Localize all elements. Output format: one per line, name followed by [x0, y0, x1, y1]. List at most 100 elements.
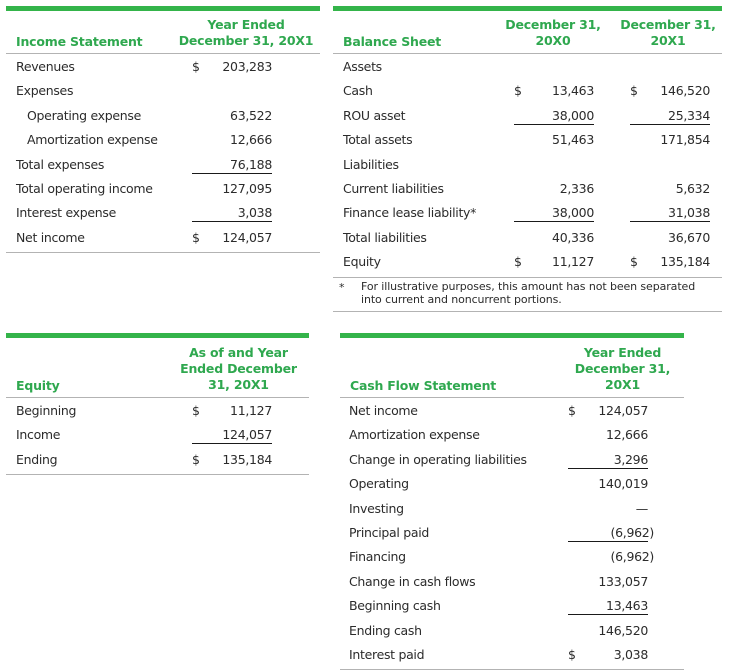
row-label: Ending — [16, 451, 58, 467]
amount-cell: 63,522 — [192, 108, 272, 125]
table-row: Revenues $203,283 — [6, 54, 320, 78]
row-label: Income — [16, 427, 61, 443]
row-label: Operating — [349, 476, 409, 492]
table-row: Total assets 51,463 171,854 — [333, 127, 722, 151]
amount-value: 133,057 — [598, 573, 648, 589]
footnote-line: For illustrative purposes, this amount h… — [361, 279, 696, 293]
amount-cell: 2,336 — [514, 180, 595, 198]
column-header-line: December 31, — [620, 17, 716, 32]
row-label: Finance lease liability* — [343, 205, 477, 221]
row-label: Total assets — [343, 132, 413, 148]
amount-value: 124,057 — [598, 403, 648, 418]
footnote: * For illustrative purposes, this amount… — [333, 278, 722, 311]
amount-cell: (6,962) — [568, 525, 654, 542]
amount-cell: 13,463 — [568, 598, 648, 616]
column-header-line: December 31, 20X1 — [178, 33, 314, 48]
balance-sheet-column-header-20x0: December 31, 20X0 — [498, 17, 608, 49]
amount-value: (6,962) — [610, 524, 655, 540]
amount-cell: 76,188 — [192, 157, 272, 174]
row-label: Financing — [349, 549, 406, 565]
amount-value: 40,336 — [552, 229, 594, 245]
table-row: Total operating income 127,095 — [6, 176, 320, 200]
row-label: Assets — [343, 59, 382, 74]
row-label: Investing — [349, 500, 404, 516]
amount-cell: $124,057 — [192, 230, 272, 247]
amount-cell: $135,184 — [192, 452, 272, 469]
row-label: Net income — [16, 229, 85, 245]
amount-cell: 140,019 — [568, 476, 648, 493]
currency-symbol: $ — [192, 451, 200, 467]
table-row: Assets — [333, 54, 722, 78]
cash-flow-header: Cash Flow Statement Year Ended December … — [340, 338, 684, 398]
row-label: ROU asset — [343, 107, 406, 123]
table-row: Cash $13,463 $146,520 — [333, 78, 722, 102]
row-label: Change in cash flows — [349, 573, 476, 589]
table-row: Amortization expense 12,666 — [6, 127, 320, 151]
column-header-line: Year Ended — [207, 17, 285, 32]
panel-bottom-rule — [6, 474, 309, 476]
amount-cell: $3,038 — [568, 647, 648, 664]
currency-symbol: $ — [514, 83, 522, 99]
column-header-line: December 31, — [574, 361, 671, 376]
amount-value: 203,283 — [222, 59, 272, 74]
income-statement-panel: Income Statement Year Ended December 31,… — [6, 6, 320, 254]
amount-value: 11,127 — [230, 403, 272, 418]
table-row: Current liabilities 2,336 5,632 — [333, 176, 722, 200]
income-statement-header: Income Statement Year Ended December 31,… — [6, 11, 320, 54]
amount-cell: 12,666 — [192, 132, 272, 149]
equity-rows: Beginning $11,127 Income 124,057 Ending $135,… — [6, 398, 309, 471]
amount-cell: 127,095 — [192, 181, 272, 198]
row-label: Ending cash — [349, 622, 422, 638]
amount-value: 38,000 — [552, 107, 594, 123]
amount-cell: 36,670 — [630, 230, 710, 247]
amount-cell: 5,632 — [630, 180, 711, 198]
balance-sheet-title: Balance Sheet — [343, 34, 442, 49]
table-row: Investing — — [340, 496, 684, 520]
equity-title: Equity — [16, 378, 60, 393]
amount-value: 36,670 — [668, 229, 710, 245]
table-row: Total expenses 76,188 — [6, 152, 320, 176]
amount-value: 13,463 — [552, 83, 594, 99]
row-label: Beginning cash — [349, 598, 441, 614]
amount-value: 12,666 — [230, 132, 272, 148]
amount-value: 140,019 — [598, 476, 648, 492]
table-row: Ending $135,184 — [6, 447, 309, 471]
row-label: Change in operating liabilities — [349, 451, 527, 467]
amount-cell: 3,296 — [568, 452, 648, 469]
amount-value: 146,520 — [598, 622, 648, 638]
amount-cell: $13,463 — [514, 83, 594, 100]
row-label: Liabilities — [343, 156, 399, 172]
amount-value: 2,336 — [559, 180, 595, 196]
amount-value: 135,184 — [222, 451, 272, 467]
row-label: Cash — [343, 83, 373, 99]
currency-symbol: $ — [192, 403, 200, 418]
column-header-line: 31, 20X1 — [208, 377, 269, 392]
row-label: Current liabilities — [343, 180, 444, 196]
row-label: Amortization expense — [349, 427, 480, 443]
table-row: Beginning cash 13,463 — [340, 593, 684, 617]
amount-value: 63,522 — [230, 107, 272, 123]
currency-symbol: $ — [192, 59, 200, 74]
table-row: Liabilities — [333, 152, 722, 176]
table-row: Ending cash 146,520 — [340, 618, 684, 642]
balance-sheet-header: Balance Sheet December 31, 20X0 December… — [333, 11, 722, 54]
currency-symbol: $ — [514, 254, 522, 270]
footnote-line: into current and noncurrent portions. — [361, 293, 562, 307]
currency-symbol: $ — [630, 254, 638, 270]
amount-value: 5,632 — [675, 180, 711, 196]
amount-value: — — [635, 500, 649, 516]
balance-sheet-column-header-20x1: December 31, 20X1 — [613, 17, 723, 49]
amount-cell: 25,334 — [630, 108, 710, 125]
table-row: Net income $124,057 — [6, 225, 320, 249]
amount-value: 3,038 — [613, 646, 649, 662]
row-label: Net income — [349, 403, 418, 418]
amount-cell: $11,127 — [192, 403, 272, 420]
amount-cell: $135,184 — [630, 254, 710, 271]
amount-value: 124,057 — [222, 229, 272, 245]
amount-cell: 146,520 — [568, 623, 648, 640]
table-row: Operating 140,019 — [340, 471, 684, 495]
row-label: Interest paid — [349, 646, 425, 662]
table-row: Income 124,057 — [6, 422, 309, 446]
amount-cell: 3,038 — [192, 205, 272, 223]
cash-flow-statement-panel: Cash Flow Statement Year Ended December … — [340, 333, 684, 670]
